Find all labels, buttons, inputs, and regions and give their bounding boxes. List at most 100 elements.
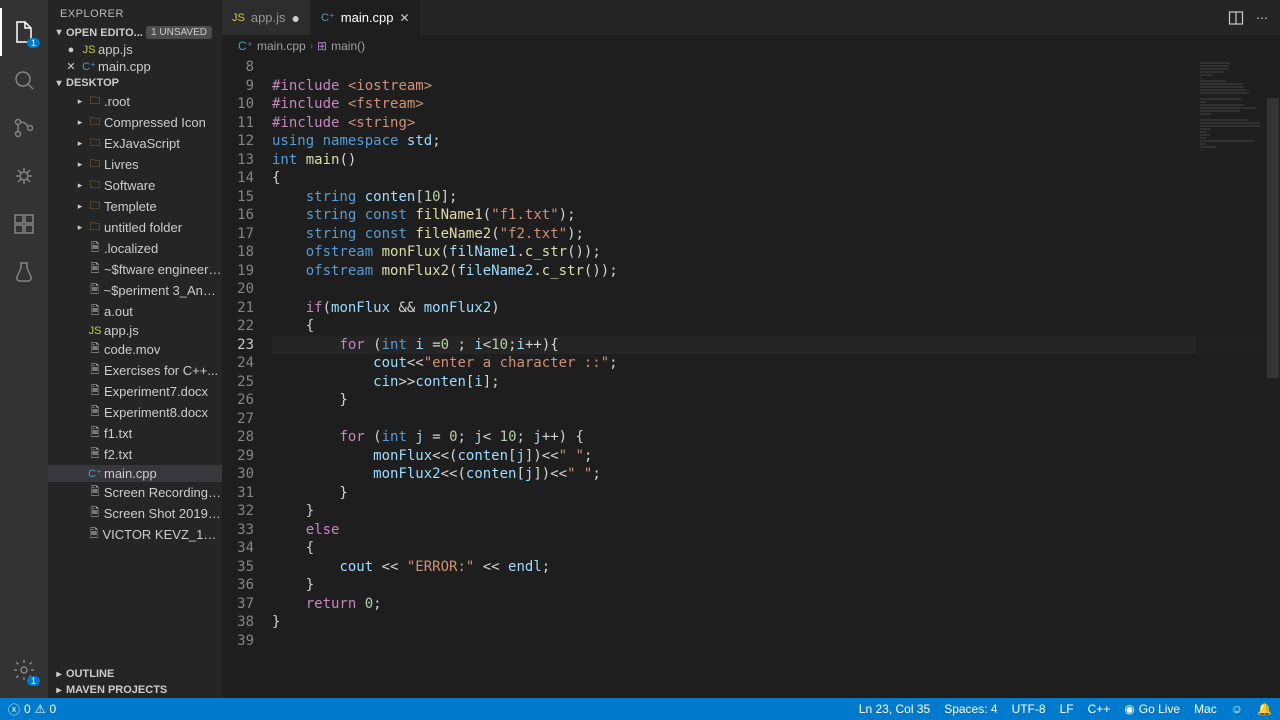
folder-item[interactable]: ▸🗀Templete bbox=[48, 196, 222, 217]
settings-icon[interactable]: 1 bbox=[0, 646, 48, 694]
file-icon: 🗎 bbox=[86, 281, 104, 300]
close-icon[interactable]: ✕ bbox=[400, 11, 410, 25]
search-icon[interactable] bbox=[0, 56, 48, 104]
folder-item[interactable]: ▸🗀untitled folder bbox=[48, 217, 222, 238]
minimap[interactable] bbox=[1196, 58, 1266, 698]
file-icon: 🗎 bbox=[86, 483, 104, 502]
status-mac[interactable]: Mac bbox=[1194, 702, 1217, 716]
open-editors-header[interactable]: ▾ OPEN EDITO... 1 UNSAVED bbox=[48, 24, 222, 41]
debug-icon[interactable] bbox=[0, 152, 48, 200]
status-golive[interactable]: ◉Go Live bbox=[1124, 702, 1180, 716]
editor-area: JSapp.js●C⁺main.cpp✕ ⋯ C⁺ main.cpp › ⊞ m… bbox=[222, 0, 1280, 698]
tree-item-label: main.cpp bbox=[104, 466, 157, 481]
outline-label: OUTLINE bbox=[66, 668, 114, 680]
tree-item-label: .root bbox=[104, 94, 130, 109]
scrollbar[interactable] bbox=[1266, 58, 1280, 698]
tree-item-label: ~$ftware engineeri... bbox=[104, 262, 222, 277]
line-number-gutter: 8910111213141516171819202122232425262728… bbox=[222, 58, 272, 698]
tab-main-cpp[interactable]: C⁺main.cpp✕ bbox=[311, 0, 421, 35]
cpp-icon: C⁺ bbox=[238, 39, 253, 53]
folder-item[interactable]: ▸🗀Compressed Icon bbox=[48, 112, 222, 133]
chevron-down-icon: ▾ bbox=[52, 78, 66, 89]
file-item[interactable]: 🗎f1.txt bbox=[48, 423, 222, 444]
file-icon: 🗎 bbox=[86, 302, 104, 321]
file-icon: 🗎 bbox=[86, 260, 104, 279]
file-item[interactable]: 🗎code.mov bbox=[48, 339, 222, 360]
folder-icon: 🗀 bbox=[86, 134, 104, 153]
file-item[interactable]: 🗎Experiment8.docx bbox=[48, 402, 222, 423]
activity-bar: 1 1 bbox=[0, 0, 48, 698]
workspace-header[interactable]: ▾ DESKTOP bbox=[48, 75, 222, 91]
tab-app-js[interactable]: JSapp.js● bbox=[222, 0, 311, 35]
open-editor-item[interactable]: ●JSapp.js bbox=[48, 41, 222, 58]
file-item[interactable]: 🗎VICTOR KEVZ_184... bbox=[48, 524, 222, 545]
chevron-right-icon: ▸ bbox=[74, 138, 86, 149]
file-item[interactable]: 🗎f2.txt bbox=[48, 444, 222, 465]
maven-header[interactable]: ▸ MAVEN PROJECTS bbox=[48, 682, 222, 698]
tree-item-label: .localized bbox=[104, 241, 158, 256]
chevron-right-icon: ▸ bbox=[74, 117, 86, 128]
open-editor-label: main.cpp bbox=[98, 59, 151, 74]
file-item[interactable]: JSapp.js bbox=[48, 322, 222, 339]
sidebar-title: EXPLORER bbox=[48, 0, 222, 24]
file-item[interactable]: 🗎Experiment7.docx bbox=[48, 381, 222, 402]
settings-badge: 1 bbox=[27, 676, 40, 686]
chevron-right-icon: ▸ bbox=[74, 159, 86, 170]
more-icon[interactable]: ⋯ bbox=[1256, 11, 1268, 25]
file-icon: 🗎 bbox=[86, 504, 104, 523]
editor-body[interactable]: 8910111213141516171819202122232425262728… bbox=[222, 58, 1280, 698]
scroll-thumb[interactable] bbox=[1267, 98, 1279, 378]
status-spaces[interactable]: Spaces: 4 bbox=[944, 702, 997, 716]
chevron-right-icon: ▸ bbox=[52, 669, 66, 680]
file-item[interactable]: 🗎Screen Recording ... bbox=[48, 482, 222, 503]
tree-item-label: Screen Shot 2019-... bbox=[104, 506, 222, 521]
file-icon: 🗎 bbox=[86, 382, 104, 401]
breadcrumb[interactable]: C⁺ main.cpp › ⊞ main() bbox=[222, 35, 1280, 58]
source-control-icon[interactable] bbox=[0, 104, 48, 152]
status-bell-icon[interactable]: 🔔 bbox=[1257, 702, 1272, 716]
open-editor-item[interactable]: ✕C⁺main.cpp bbox=[48, 58, 222, 75]
status-problems[interactable]: ⓧ0 ⚠0 bbox=[8, 701, 56, 718]
code-content[interactable]: #include <iostream>#include <fstream>#in… bbox=[272, 58, 1280, 698]
tree-item-label: untitled folder bbox=[104, 220, 182, 235]
folder-item[interactable]: ▸🗀Livres bbox=[48, 154, 222, 175]
tree-item-label: Compressed Icon bbox=[104, 115, 206, 130]
outline-header[interactable]: ▸ OUTLINE bbox=[48, 666, 222, 682]
status-eol[interactable]: LF bbox=[1060, 702, 1074, 716]
dirty-dot-icon: ● bbox=[62, 44, 80, 56]
file-item[interactable]: 🗎Screen Shot 2019-... bbox=[48, 503, 222, 524]
split-editor-icon[interactable] bbox=[1228, 10, 1244, 26]
cpp-icon: C⁺ bbox=[321, 11, 335, 24]
folder-item[interactable]: ▸🗀ExJavaScript bbox=[48, 133, 222, 154]
tree-item-label: ~$periment 3_Ansf... bbox=[104, 283, 222, 298]
status-encoding[interactable]: UTF-8 bbox=[1012, 702, 1046, 716]
close-icon[interactable]: ✕ bbox=[62, 60, 80, 73]
explorer-badge: 1 bbox=[27, 38, 40, 48]
tree-item-label: VICTOR KEVZ_184... bbox=[102, 527, 222, 542]
folder-item[interactable]: ▸🗀.root bbox=[48, 91, 222, 112]
status-cursor[interactable]: Ln 23, Col 35 bbox=[859, 702, 930, 716]
js-icon: JS bbox=[86, 325, 104, 337]
file-item[interactable]: C⁺main.cpp bbox=[48, 465, 222, 482]
status-feedback-icon[interactable]: ☺ bbox=[1231, 702, 1243, 716]
file-icon: 🗎 bbox=[86, 340, 104, 359]
file-item[interactable]: 🗎~$periment 3_Ansf... bbox=[48, 280, 222, 301]
folder-icon: 🗀 bbox=[86, 92, 104, 111]
txt-icon: 🗎 bbox=[86, 445, 104, 464]
folder-item[interactable]: ▸🗀Software bbox=[48, 175, 222, 196]
test-icon[interactable] bbox=[0, 248, 48, 296]
file-icon: 🗎 bbox=[86, 403, 104, 422]
chevron-right-icon: ▸ bbox=[74, 222, 86, 233]
explorer-icon[interactable]: 1 bbox=[0, 8, 48, 56]
status-lang[interactable]: C++ bbox=[1088, 702, 1111, 716]
tree-item-label: code.mov bbox=[104, 342, 160, 357]
file-item[interactable]: 🗎Exercises for C++... bbox=[48, 360, 222, 381]
extensions-icon[interactable] bbox=[0, 200, 48, 248]
chevron-right-icon: ▸ bbox=[74, 180, 86, 191]
file-item[interactable]: 🗎.localized bbox=[48, 238, 222, 259]
file-item[interactable]: 🗎~$ftware engineeri... bbox=[48, 259, 222, 280]
file-item[interactable]: 🗎a.out bbox=[48, 301, 222, 322]
chevron-right-icon: ▸ bbox=[74, 201, 86, 212]
tree-item-label: Exercises for C++... bbox=[104, 363, 218, 378]
tree-item-label: Experiment7.docx bbox=[104, 384, 208, 399]
